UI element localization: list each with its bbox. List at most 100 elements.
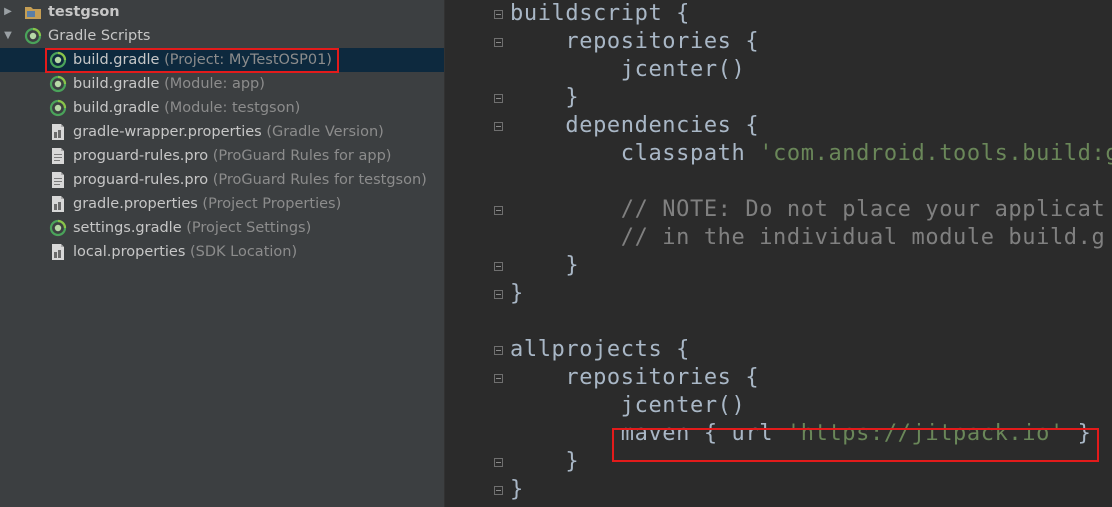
code-line[interactable]: allprojects { — [510, 336, 690, 364]
string-token: 'com.android.tools.build:g — [759, 141, 1112, 166]
tree-item-label: proguard-rules.pro (ProGuard Rules for a… — [73, 144, 391, 168]
code-token: buildscript { — [510, 1, 690, 26]
comment-token: // in the individual module build.g — [510, 225, 1106, 250]
file-name: gradle-wrapper.properties — [73, 124, 262, 140]
code-line[interactable]: } — [510, 252, 579, 280]
gradle-file-icon — [49, 219, 67, 237]
project-tree-panel: ▶ testgson ▼ Gradle Scripts build.gradle (Pr… — [0, 0, 444, 507]
fold-marker-icon[interactable] — [494, 122, 503, 131]
gradle-file-icon — [49, 99, 67, 117]
tree-item[interactable]: ▶ testgson — [0, 0, 444, 24]
file-name: local.properties — [73, 244, 186, 260]
fold-marker-icon[interactable] — [494, 38, 503, 47]
code-token: repositories { — [510, 29, 760, 54]
tree-item[interactable]: build.gradle (Project: MyTestOSP01) — [0, 48, 444, 72]
collapse-arrow-icon[interactable]: ▼ — [2, 24, 14, 48]
code-token: } — [510, 85, 580, 110]
fold-marker-icon[interactable] — [494, 94, 503, 103]
tree-item-label: build.gradle (Module: app) — [73, 72, 265, 96]
comment-token: // NOTE: Do not place your applicat — [510, 197, 1106, 222]
tree-item-label: testgson — [48, 0, 120, 24]
text-file-icon — [49, 171, 67, 189]
tree-item-label: Gradle Scripts — [48, 24, 150, 48]
code-token: allprojects { — [510, 337, 690, 362]
gradle-file-icon — [49, 75, 67, 93]
file-name: build.gradle — [73, 100, 160, 116]
tree-item-label: gradle-wrapper.properties (Gradle Versio… — [73, 120, 384, 144]
code-line[interactable]: repositories { — [510, 28, 759, 56]
file-detail: (ProGuard Rules for app) — [208, 148, 392, 164]
tree-item[interactable]: ▼ Gradle Scripts — [0, 24, 444, 48]
code-line[interactable]: classpath 'com.android.tools.build:g — [510, 140, 1112, 168]
code-line[interactable]: buildscript { — [510, 0, 690, 28]
code-token: repositories { — [510, 365, 760, 390]
code-line[interactable]: } — [510, 476, 524, 504]
file-detail: (Module: app) — [159, 76, 265, 92]
code-token: dependencies { — [510, 113, 760, 138]
expand-arrow-icon[interactable]: ▶ — [2, 0, 14, 24]
folder-module-icon — [24, 3, 42, 21]
file-name: proguard-rules.pro — [73, 172, 209, 188]
code-token: } — [510, 477, 524, 502]
fold-marker-icon[interactable] — [494, 262, 503, 271]
tree-item-label: proguard-rules.pro (ProGuard Rules for t… — [73, 168, 427, 192]
code-token: } — [510, 449, 580, 474]
code-line[interactable]: maven { url 'https://jitpack.io' } — [510, 420, 1092, 448]
file-detail: (Project Settings) — [181, 220, 312, 236]
fold-marker-icon[interactable] — [494, 346, 503, 355]
file-detail: (Gradle Version) — [261, 124, 384, 140]
tree-item-label: build.gradle (Module: testgson) — [73, 96, 300, 120]
gradle-icon — [24, 27, 42, 45]
properties-file-icon — [49, 123, 67, 141]
code-line[interactable]: dependencies { — [510, 112, 759, 140]
code-line[interactable]: } — [510, 280, 524, 308]
fold-marker-icon[interactable] — [494, 290, 503, 299]
gradle-file-icon — [49, 51, 67, 69]
code-token: jcenter() — [510, 393, 746, 418]
file-name: gradle.properties — [73, 196, 198, 212]
code-token: } — [510, 253, 580, 278]
code-line[interactable]: jcenter() — [510, 392, 745, 420]
tree-item-label: gradle.properties (Project Properties) — [73, 192, 341, 216]
text-file-icon — [49, 147, 67, 165]
tree-item[interactable]: local.properties (SDK Location) — [0, 240, 444, 264]
tree-item[interactable]: build.gradle (Module: testgson) — [0, 96, 444, 120]
file-detail: (ProGuard Rules for testgson) — [208, 172, 427, 188]
tree-item-label: build.gradle (Project: MyTestOSP01) — [73, 48, 332, 72]
fold-marker-icon[interactable] — [494, 486, 503, 495]
tree-item-label: settings.gradle (Project Settings) — [73, 216, 311, 240]
properties-file-icon — [49, 195, 67, 213]
file-name: settings.gradle — [73, 220, 182, 236]
code-line[interactable]: // NOTE: Do not place your applicat — [510, 196, 1105, 224]
code-line[interactable]: jcenter() — [510, 56, 745, 84]
file-detail: (SDK Location) — [185, 244, 298, 260]
file-name: build.gradle — [73, 52, 160, 68]
string-token: 'https://jitpack.io' — [786, 421, 1064, 446]
code-line[interactable]: // in the individual module build.g — [510, 224, 1105, 252]
tree-item[interactable]: gradle-wrapper.properties (Gradle Versio… — [0, 120, 444, 144]
code-token: maven { url — [510, 421, 787, 446]
file-name: proguard-rules.pro — [73, 148, 209, 164]
file-name: Gradle Scripts — [48, 28, 151, 44]
tree-item[interactable]: build.gradle (Module: app) — [0, 72, 444, 96]
code-line[interactable]: } — [510, 84, 579, 112]
code-token: classpath — [510, 141, 760, 166]
fold-marker-icon[interactable] — [494, 374, 503, 383]
properties-file-icon — [49, 243, 67, 261]
code-line[interactable]: } — [510, 448, 579, 476]
code-editor[interactable]: buildscript { repositories { jcenter() }… — [444, 0, 1112, 507]
tree-item[interactable]: settings.gradle (Project Settings) — [0, 216, 444, 240]
code-token: } — [1063, 421, 1092, 446]
file-name: build.gradle — [73, 76, 160, 92]
code-line[interactable]: repositories { — [510, 364, 759, 392]
tree-item[interactable]: gradle.properties (Project Properties) — [0, 192, 444, 216]
fold-marker-icon[interactable] — [494, 10, 503, 19]
tree-item[interactable]: proguard-rules.pro (ProGuard Rules for a… — [0, 144, 444, 168]
fold-marker-icon[interactable] — [494, 206, 503, 215]
fold-marker-icon[interactable] — [494, 458, 503, 467]
tree-item-label: local.properties (SDK Location) — [73, 240, 297, 264]
file-name: testgson — [48, 4, 120, 20]
tree-item[interactable]: proguard-rules.pro (ProGuard Rules for t… — [0, 168, 444, 192]
ide-window: ▶ testgson ▼ Gradle Scripts build.gradle (Pr… — [0, 0, 1112, 507]
file-detail: (Project Properties) — [197, 196, 342, 212]
